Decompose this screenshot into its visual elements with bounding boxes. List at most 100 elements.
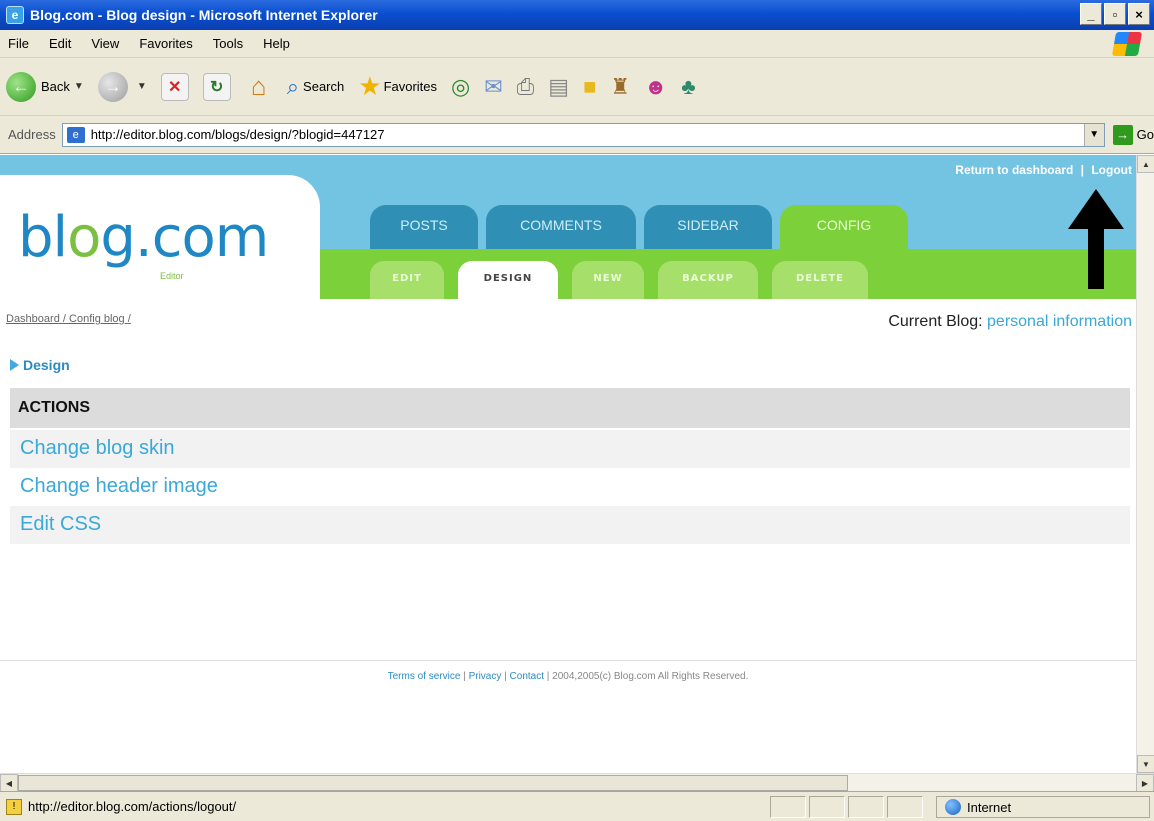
address-label: Address — [8, 127, 56, 142]
forward-arrow-icon: → — [97, 71, 128, 102]
ie-app-icon: e — [6, 6, 24, 24]
windows-logo-icon — [1111, 32, 1143, 56]
footer-terms-link[interactable]: Terms of service — [388, 671, 461, 682]
blog-logo[interactable]: blog.com — [18, 205, 269, 270]
page-footer: Terms of service | Privacy | Contact | 2… — [0, 671, 1136, 682]
favorites-star-icon: ★ — [358, 71, 382, 101]
toplinks-separator: | — [1080, 163, 1084, 177]
footer-divider — [0, 660, 1136, 661]
maximize-button[interactable]: ▫ — [1104, 3, 1126, 25]
section-heading: Design — [10, 357, 70, 373]
zone-label: Internet — [967, 799, 1012, 815]
status-panel — [887, 796, 923, 818]
horizontal-scroll-thumb[interactable] — [18, 775, 848, 791]
vertical-scrollbar[interactable]: ▲ ▼ — [1136, 155, 1154, 773]
triangle-right-icon — [10, 359, 19, 371]
menu-help[interactable]: Help — [263, 36, 290, 51]
action-change-header-image[interactable]: Change header image — [10, 468, 1130, 506]
edit-icon[interactable]: ▤ — [548, 74, 569, 100]
tab-sidebar[interactable]: SIDEBAR — [644, 205, 772, 249]
mail-icon[interactable]: ✉ — [484, 74, 502, 100]
top-links: Return to dashboard | Logout — [955, 163, 1132, 177]
subtab-edit[interactable]: EDIT — [370, 261, 444, 299]
section-title: Design — [23, 357, 70, 373]
subtab-backup[interactable]: BACKUP — [658, 261, 758, 299]
window-title: Blog.com - Blog design - Microsoft Inter… — [30, 7, 378, 23]
menu-favorites[interactable]: Favorites — [139, 36, 192, 51]
menu-edit[interactable]: Edit — [49, 36, 71, 51]
page-viewport: Return to dashboard | Logout blog.com Ed… — [0, 155, 1136, 773]
scroll-down-icon[interactable]: ▼ — [1137, 755, 1154, 773]
logo-text-part-b: g.com — [100, 205, 269, 270]
back-label: Back — [41, 79, 70, 94]
history-icon[interactable]: ◎ — [451, 74, 470, 100]
back-arrow-icon: ← — [6, 71, 36, 102]
current-blog-name[interactable]: personal information — [987, 313, 1132, 330]
actions-header: ACTIONS — [10, 388, 1130, 428]
subtab-new[interactable]: NEW — [572, 261, 644, 299]
security-zone: Internet — [936, 796, 1150, 818]
footer-contact-link[interactable]: Contact — [510, 671, 544, 682]
footer-separator-3: | — [546, 671, 550, 682]
search-label: Search — [303, 79, 345, 94]
breadcrumb: Dashboard / Config blog / — [6, 313, 131, 325]
status-bar: ! http://editor.blog.com/actions/logout/… — [0, 791, 1154, 821]
minimize-button[interactable]: _ — [1080, 3, 1102, 25]
menu-tools[interactable]: Tools — [213, 36, 243, 51]
tab-posts[interactable]: POSTS — [370, 205, 478, 249]
address-dropdown-icon[interactable]: ▼ — [1083, 123, 1104, 146]
print-icon[interactable]: ⎙ — [517, 74, 535, 100]
footer-copyright: 2004,2005(c) Blog.com All Rights Reserve… — [552, 671, 749, 682]
logo-text-part-a: bl — [18, 205, 68, 270]
breadcrumb-separator: / — [62, 313, 66, 325]
menu-view[interactable]: View — [91, 36, 119, 51]
forward-button[interactable]: → ▼ — [97, 71, 147, 102]
home-icon[interactable]: ⌂ — [245, 71, 273, 101]
close-button[interactable]: × — [1128, 3, 1150, 25]
refresh-icon[interactable]: ↻ — [202, 72, 231, 101]
search-button[interactable]: ⌕ Search — [287, 74, 345, 100]
status-panel — [848, 796, 884, 818]
back-button[interactable]: ← Back ▼ — [6, 71, 84, 102]
annotation-arrow-icon — [1068, 189, 1124, 289]
action-change-skin[interactable]: Change blog skin — [10, 430, 1130, 468]
logo-area: blog.com Editor — [0, 175, 320, 299]
subtab-design[interactable]: DESIGN — [458, 261, 558, 299]
current-blog-label: Current Blog: — [888, 313, 983, 330]
horizontal-scrollbar[interactable]: ◀ ▶ — [0, 773, 1154, 792]
menu-file[interactable]: File — [8, 36, 29, 51]
contacts-icon[interactable]: ♣ — [681, 74, 695, 100]
tab-config[interactable]: CONFIG — [780, 205, 908, 249]
status-panel — [809, 796, 845, 818]
breadcrumb-config[interactable]: Config blog — [69, 313, 125, 325]
logo-text-dot: o — [67, 205, 101, 270]
window-controls: _ ▫ × — [1080, 3, 1150, 25]
logout-link[interactable]: Logout — [1091, 163, 1132, 177]
return-dashboard-link[interactable]: Return to dashboard — [955, 163, 1073, 177]
window-titlebar: e Blog.com - Blog design - Microsoft Int… — [0, 0, 1154, 30]
back-dropdown-icon[interactable]: ▼ — [74, 81, 84, 92]
tab-comments[interactable]: COMMENTS — [486, 205, 636, 249]
favorites-label: Favorites — [383, 79, 438, 94]
main-tabs: POSTS COMMENTS SIDEBAR CONFIG — [370, 205, 908, 249]
subtab-delete[interactable]: DELETE — [772, 261, 868, 299]
go-button[interactable]: → Go — [1112, 124, 1154, 145]
sub-tabs: EDIT DESIGN NEW BACKUP DELETE — [370, 261, 868, 299]
scroll-left-icon[interactable]: ◀ — [0, 774, 18, 792]
logo-subtitle: Editor — [160, 271, 184, 281]
favorites-button[interactable]: ★ Favorites — [358, 71, 437, 102]
footer-privacy-link[interactable]: Privacy — [469, 671, 502, 682]
messenger-icon[interactable]: ☻ — [644, 74, 667, 100]
research-icon[interactable]: ♜ — [610, 74, 630, 100]
action-edit-css[interactable]: Edit CSS — [10, 506, 1130, 544]
current-blog: Current Blog: personal information — [888, 313, 1132, 331]
go-arrow-icon: → — [1112, 124, 1133, 145]
breadcrumb-dashboard[interactable]: Dashboard — [6, 313, 60, 325]
stop-icon[interactable]: ✕ — [160, 72, 189, 101]
forward-dropdown-icon[interactable]: ▼ — [137, 81, 147, 92]
scroll-right-icon[interactable]: ▶ — [1136, 774, 1154, 792]
scroll-up-icon[interactable]: ▲ — [1137, 155, 1154, 173]
page-icon: e — [66, 126, 85, 143]
address-input[interactable]: e http://editor.blog.com/blogs/design/?b… — [61, 122, 1105, 147]
folder-icon[interactable]: ■ — [583, 74, 596, 100]
